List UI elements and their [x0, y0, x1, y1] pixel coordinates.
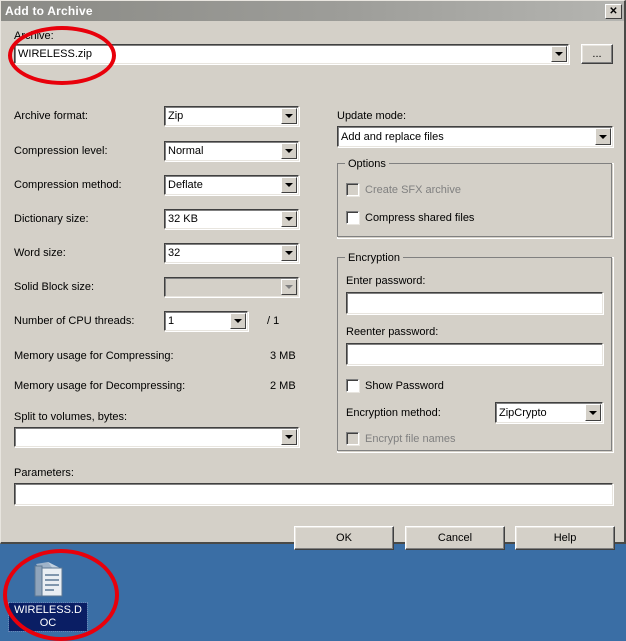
cancel-button[interactable]: Cancel — [405, 526, 505, 550]
checkbox-create-sfx-archive: Create SFX archive — [346, 183, 461, 196]
update-mode-combo[interactable]: Add and replace files — [337, 126, 613, 147]
enter-password-label: Enter password: — [346, 275, 426, 287]
chevron-down-icon — [281, 279, 297, 295]
archive-path-combo[interactable]: WIRELESS.zip — [14, 44, 569, 64]
checkbox-label: Encrypt file names — [365, 432, 456, 445]
encryption-method-value: ZipCrypto — [499, 406, 547, 419]
cpu-threads-value: 1 — [168, 315, 175, 327]
chevron-down-icon[interactable] — [281, 143, 297, 159]
checkbox-label: Compress shared files — [365, 211, 475, 224]
memory-decompress-label: Memory usage for Decompressing: — [14, 380, 186, 392]
archive-label: Archive: — [14, 30, 54, 42]
checkbox-icon — [346, 432, 359, 445]
word-size-combo[interactable]: 32 — [164, 243, 299, 263]
compression-method-label: Compression method: — [14, 179, 122, 191]
ok-button[interactable]: OK — [294, 526, 394, 550]
compression-method-value: Deflate — [168, 179, 203, 191]
split-volumes-combo[interactable] — [14, 427, 299, 447]
close-icon[interactable]: ✕ — [605, 3, 622, 19]
desktop-icon-label: WIRELESS.DOC — [8, 602, 88, 632]
desktop-icon-wireless-doc[interactable]: WIRELESS.DOC — [8, 558, 88, 632]
reenter-password-label: Reenter password: — [346, 326, 439, 338]
archive-path-value: WIRELESS.zip — [18, 48, 92, 60]
checkbox-compress-shared-files[interactable]: Compress shared files — [346, 211, 474, 224]
chevron-down-icon[interactable] — [281, 177, 297, 193]
options-group-title: Options — [345, 158, 389, 170]
checkbox-encrypt-file-names: Encrypt file names — [346, 432, 455, 445]
update-mode-label: Update mode: — [337, 110, 407, 122]
encryption-method-combo[interactable]: ZipCrypto — [495, 402, 603, 423]
solid-block-size-combo — [164, 277, 299, 297]
split-volumes-label: Split to volumes, bytes: — [14, 411, 128, 423]
chevron-down-icon[interactable] — [281, 245, 297, 261]
window-title: Add to Archive — [5, 4, 93, 18]
compression-level-combo[interactable]: Normal — [164, 141, 299, 161]
dictionary-size-combo[interactable]: 32 KB — [164, 209, 299, 229]
options-group: Options — [337, 158, 614, 239]
parameters-input[interactable] — [14, 483, 613, 505]
dictionary-size-value: 32 KB — [168, 213, 198, 225]
enter-password-input[interactable] — [346, 292, 603, 314]
help-button[interactable]: Help — [515, 526, 615, 550]
chevron-down-icon[interactable] — [551, 46, 567, 62]
reenter-password-input[interactable] — [346, 343, 603, 365]
word-size-label: Word size: — [14, 247, 66, 259]
add-to-archive-dialog: Add to Archive ✕ Archive: WIRELESS.zip .… — [0, 0, 626, 550]
chevron-down-icon[interactable] — [595, 128, 611, 145]
checkbox-icon[interactable] — [346, 379, 359, 392]
chevron-down-icon[interactable] — [585, 404, 601, 421]
cpu-threads-label: Number of CPU threads: — [14, 315, 135, 327]
chevron-down-icon[interactable] — [230, 313, 246, 329]
compression-level-label: Compression level: — [14, 145, 108, 157]
title-bar[interactable]: Add to Archive ✕ — [1, 1, 624, 21]
solid-block-size-label: Solid Block size: — [14, 281, 95, 293]
browse-button[interactable]: ... — [581, 44, 613, 64]
cpu-threads-combo[interactable]: 1 — [164, 311, 248, 331]
archive-format-value: Zip — [168, 110, 184, 122]
parameters-label: Parameters: — [14, 467, 74, 479]
memory-decompress-value: 2 MB — [270, 380, 296, 392]
memory-compress-value: 3 MB — [270, 350, 296, 362]
chevron-down-icon[interactable] — [281, 429, 297, 445]
checkbox-show-password[interactable]: Show Password — [346, 379, 444, 392]
document-icon — [26, 558, 70, 602]
compression-level-value: Normal — [168, 145, 204, 157]
checkbox-icon[interactable] — [346, 211, 359, 224]
checkbox-icon — [346, 183, 359, 196]
encryption-group-title: Encryption — [345, 252, 403, 264]
dialog-client-area: Archive: WIRELESS.zip ... Archive format… — [1, 21, 624, 550]
close-glyph: ✕ — [609, 5, 618, 17]
cpu-threads-total: / 1 — [267, 315, 280, 327]
checkbox-label: Create SFX archive — [365, 183, 461, 196]
archive-format-label: Archive format: — [14, 110, 88, 122]
memory-compress-label: Memory usage for Compressing: — [14, 350, 174, 362]
archive-format-combo[interactable]: Zip — [164, 106, 299, 126]
encryption-method-label: Encryption method: — [346, 407, 441, 419]
dictionary-size-label: Dictionary size: — [14, 213, 89, 225]
chevron-down-icon[interactable] — [281, 211, 297, 227]
compression-method-combo[interactable]: Deflate — [164, 175, 299, 195]
word-size-value: 32 — [168, 247, 181, 259]
update-mode-value: Add and replace files — [341, 130, 444, 143]
chevron-down-icon[interactable] — [281, 108, 297, 124]
checkbox-label: Show Password — [365, 379, 444, 392]
